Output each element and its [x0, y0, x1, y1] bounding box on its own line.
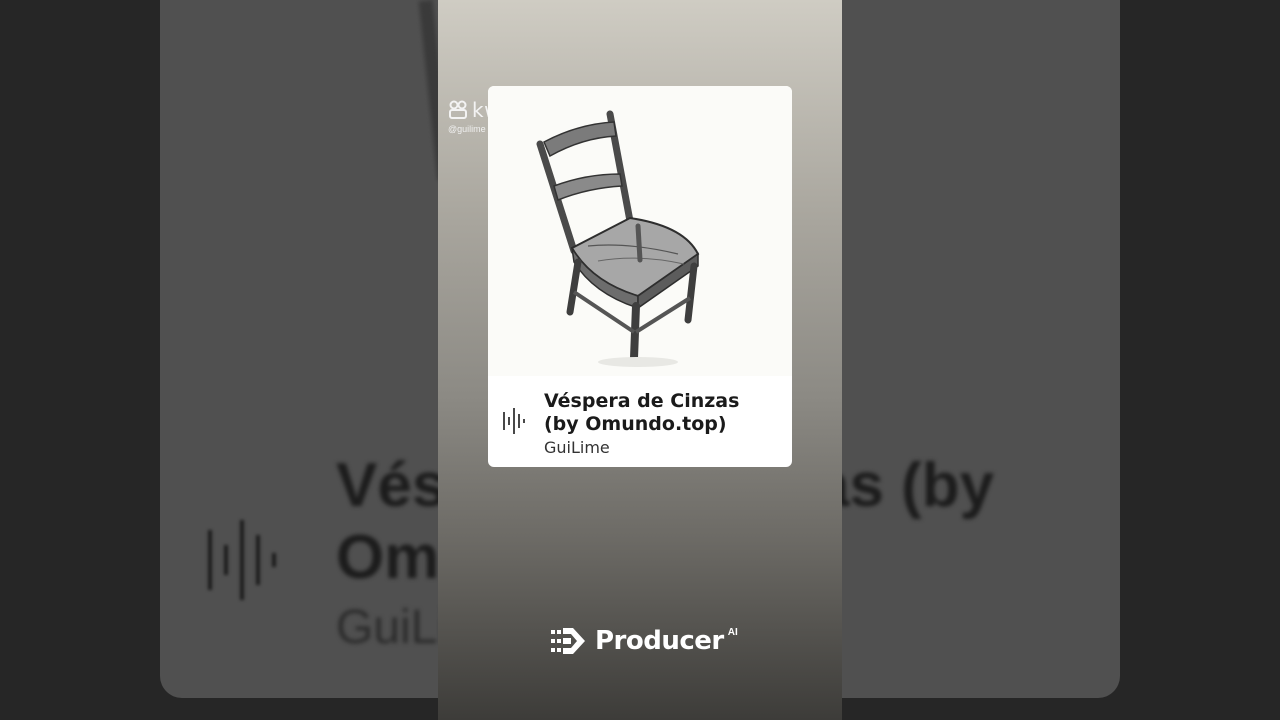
waveform-icon: [503, 408, 525, 434]
track-card[interactable]: Véspera de Cinzas (by Omundo.top) GuiLim…: [488, 86, 792, 467]
producer-ai-superscript: AI: [727, 626, 738, 638]
track-info: Véspera de Cinzas (by Omundo.top) GuiLim…: [488, 382, 792, 467]
chair-illustration: [536, 110, 700, 367]
producer-logo-icon: [551, 628, 585, 654]
blurred-waveform-icon: [208, 520, 276, 600]
producer-brand-text: Producer: [595, 626, 724, 656]
kwai-handle: @guilime: [448, 124, 486, 134]
kwai-logo-icon: [449, 100, 467, 119]
producer-branding: Producer AI: [551, 626, 738, 656]
song-artist[interactable]: GuiLime: [544, 438, 610, 457]
track-artwork: [488, 86, 792, 376]
song-title: Véspera de Cinzas (by Omundo.top): [544, 390, 740, 435]
